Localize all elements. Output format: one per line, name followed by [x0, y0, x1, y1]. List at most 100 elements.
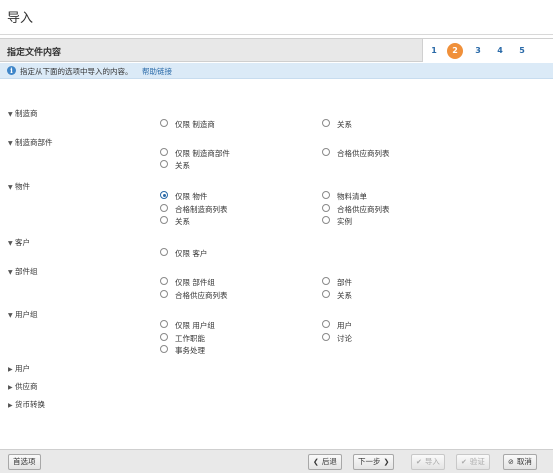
import-button[interactable]: ✔ 导入 — [411, 454, 445, 470]
window-title: 导入 — [7, 11, 34, 26]
collapse-triangle-icon: ▶ — [8, 366, 13, 373]
option-label: 仅限 制造商部件 — [175, 149, 230, 158]
group-part-group[interactable]: ▼ 部件组 — [8, 266, 38, 277]
radio-button[interactable] — [322, 191, 330, 199]
option-label: 关系 — [175, 161, 190, 170]
collapse-triangle-icon: ▶ — [8, 384, 13, 391]
button-label: 取消 — [516, 457, 532, 466]
radio-button[interactable] — [160, 333, 168, 341]
option-label: 工作职能 — [175, 334, 205, 343]
group-supplier[interactable]: ▶ 供应商 — [8, 381, 38, 392]
radio-button[interactable] — [160, 277, 168, 285]
step-1[interactable]: 1 — [426, 43, 442, 59]
button-label: 后退 — [321, 457, 337, 466]
step-4[interactable]: 4 — [492, 43, 508, 59]
radio-button[interactable] — [322, 290, 330, 298]
wizard-stepbar: 指定文件内容 1 2 3 4 5 — [0, 38, 553, 62]
validate-button[interactable]: ✔ 验证 — [456, 454, 490, 470]
next-button[interactable]: 下一步 ❯ — [353, 454, 395, 470]
group-label: 货币转换 — [15, 400, 45, 409]
step-2-current[interactable]: 2 — [447, 43, 463, 59]
radio-button[interactable] — [322, 204, 330, 212]
group-customer[interactable]: ▼ 客户 — [8, 237, 30, 248]
group-manufacturer[interactable]: ▼ 制造商 — [8, 108, 38, 119]
help-link[interactable]: 帮助链接 — [142, 66, 172, 77]
button-label: 下一步 — [358, 457, 381, 466]
expand-triangle-icon: ▼ — [8, 140, 13, 147]
button-label: 首选项 — [13, 457, 36, 466]
cancel-button[interactable]: ⊘ 取消 — [503, 454, 537, 470]
group-label: 制造商 — [15, 109, 38, 118]
expand-triangle-icon: ▼ — [8, 111, 13, 118]
group-label: 供应商 — [15, 382, 38, 391]
radio-button[interactable] — [160, 320, 168, 328]
radio-button-selected[interactable] — [160, 191, 168, 199]
radio-button[interactable] — [160, 148, 168, 156]
check-icon: ✔ — [461, 458, 467, 466]
step-title: 指定文件内容 — [7, 48, 62, 58]
radio-button[interactable] — [322, 216, 330, 224]
radio-button[interactable] — [322, 320, 330, 328]
info-banner: i 指定从下面的选项中导入的内容。 帮助链接 — [0, 63, 553, 79]
radio-button[interactable] — [322, 333, 330, 341]
check-icon: ✔ — [416, 458, 422, 466]
expand-triangle-icon: ▼ — [8, 312, 13, 319]
option-label: 仅限 部件组 — [175, 278, 215, 287]
chevron-right-icon: ❯ — [383, 458, 390, 466]
option-label: 实例 — [337, 217, 352, 226]
step-5[interactable]: 5 — [514, 43, 530, 59]
group-label: 部件组 — [15, 267, 38, 276]
collapse-triangle-icon: ▶ — [8, 402, 13, 409]
radio-button[interactable] — [160, 119, 168, 127]
back-button[interactable]: ❮ 后退 — [308, 454, 342, 470]
group-manufacturer-part[interactable]: ▼ 制造商部件 — [8, 137, 53, 148]
expand-triangle-icon: ▼ — [8, 184, 13, 191]
option-label: 仅限 制造商 — [175, 120, 215, 129]
option-label: 事务处理 — [175, 346, 205, 355]
option-label: 合格供应商列表 — [337, 149, 390, 158]
expand-triangle-icon: ▼ — [8, 240, 13, 247]
radio-button[interactable] — [160, 160, 168, 168]
option-label: 仅限 物件 — [175, 192, 208, 201]
info-text: 指定从下面的选项中导入的内容。 — [20, 67, 133, 76]
step-indicator: 1 2 3 4 5 — [422, 39, 553, 62]
expand-triangle-icon: ▼ — [8, 269, 13, 276]
wizard-footer: 首选项 ❮ 后退 下一步 ❯ ✔ 导入 ✔ 验证 ⊘ 取消 — [0, 449, 553, 473]
group-item[interactable]: ▼ 物件 — [8, 181, 30, 192]
option-label: 关系 — [337, 291, 352, 300]
radio-button[interactable] — [160, 216, 168, 224]
radio-button[interactable] — [322, 119, 330, 127]
cancel-icon: ⊘ — [508, 458, 514, 466]
chevron-left-icon: ❮ — [313, 458, 319, 466]
option-label: 关系 — [337, 120, 352, 129]
option-label: 部件 — [337, 278, 352, 287]
radio-button[interactable] — [322, 277, 330, 285]
window-titlebar: 导入 — [0, 0, 553, 35]
option-label: 用户 — [337, 321, 352, 330]
button-label: 导入 — [424, 457, 440, 466]
group-user[interactable]: ▶ 用户 — [8, 363, 30, 374]
info-icon: i — [7, 66, 16, 75]
group-user-group[interactable]: ▼ 用户组 — [8, 309, 38, 320]
radio-button[interactable] — [160, 204, 168, 212]
option-label: 关系 — [175, 217, 190, 226]
button-label: 验证 — [469, 457, 485, 466]
group-currency[interactable]: ▶ 货币转换 — [8, 399, 45, 410]
option-label: 合格供应商列表 — [175, 291, 228, 300]
option-label: 物料清单 — [337, 192, 367, 201]
group-label: 制造商部件 — [15, 138, 53, 147]
radio-button[interactable] — [322, 148, 330, 156]
option-label: 仅限 用户组 — [175, 321, 215, 330]
radio-button[interactable] — [160, 345, 168, 353]
step-3[interactable]: 3 — [470, 43, 486, 59]
radio-button[interactable] — [160, 290, 168, 298]
radio-button[interactable] — [160, 248, 168, 256]
option-label: 讨论 — [337, 334, 352, 343]
option-label: 合格供应商列表 — [337, 205, 390, 214]
group-label: 用户组 — [15, 310, 38, 319]
option-label: 仅限 客户 — [175, 249, 208, 258]
group-label: 物件 — [15, 182, 30, 191]
group-label: 用户 — [15, 364, 30, 373]
preferences-button[interactable]: 首选项 — [8, 454, 41, 470]
import-options: ▼ 制造商 仅限 制造商 关系 ▼ 制造商部件 仅限 制造商部件 合格供应商列表 关… — [0, 79, 553, 449]
